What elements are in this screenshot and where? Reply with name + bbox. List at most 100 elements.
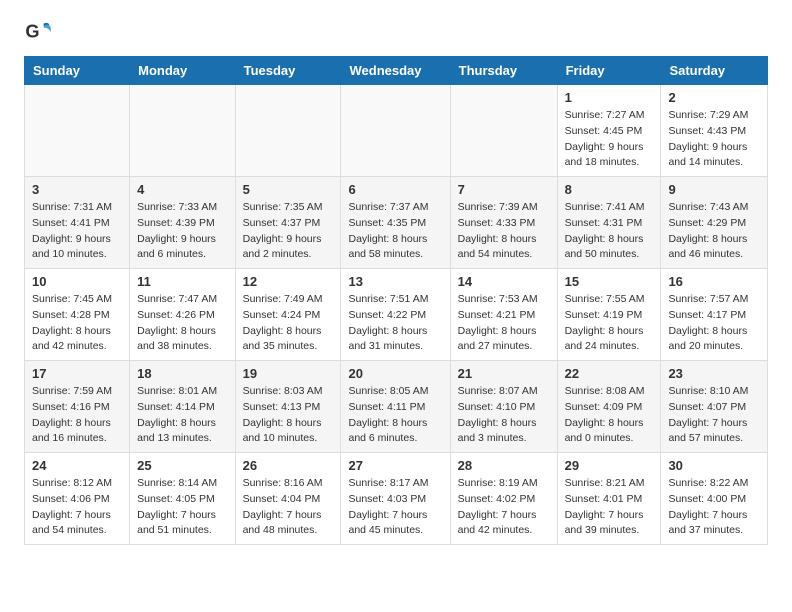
day-number: 12 <box>243 274 334 289</box>
day-info: Sunrise: 7:53 AM Sunset: 4:21 PM Dayligh… <box>458 292 550 355</box>
calendar-week-3: 10 Sunrise: 7:45 AM Sunset: 4:28 PM Dayli… <box>25 269 768 361</box>
page-header: G <box>0 0 792 56</box>
weekday-header-thursday: Thursday <box>450 57 557 85</box>
day-info: Sunrise: 7:55 AM Sunset: 4:19 PM Dayligh… <box>565 292 654 355</box>
day-number: 26 <box>243 458 334 473</box>
day-number: 16 <box>668 274 760 289</box>
day-number: 29 <box>565 458 654 473</box>
day-info: Sunrise: 7:37 AM Sunset: 4:35 PM Dayligh… <box>348 200 442 263</box>
day-info: Sunrise: 8:16 AM Sunset: 4:04 PM Dayligh… <box>243 476 334 539</box>
day-info: Sunrise: 8:05 AM Sunset: 4:11 PM Dayligh… <box>348 384 442 447</box>
calendar-day: 6 Sunrise: 7:37 AM Sunset: 4:35 PM Daylig… <box>341 177 450 269</box>
calendar-day: 22 Sunrise: 8:08 AM Sunset: 4:09 PM Dayli… <box>557 361 661 453</box>
calendar-day: 20 Sunrise: 8:05 AM Sunset: 4:11 PM Dayli… <box>341 361 450 453</box>
day-info: Sunrise: 8:22 AM Sunset: 4:00 PM Dayligh… <box>668 476 760 539</box>
day-info: Sunrise: 7:57 AM Sunset: 4:17 PM Dayligh… <box>668 292 760 355</box>
calendar-day <box>25 85 130 177</box>
calendar-day: 19 Sunrise: 8:03 AM Sunset: 4:13 PM Dayli… <box>235 361 341 453</box>
weekday-header-sunday: Sunday <box>25 57 130 85</box>
weekday-header-saturday: Saturday <box>661 57 768 85</box>
calendar-week-4: 17Sunrise: 7:59 AM Sunset: 4:16 PM Dayli… <box>25 361 768 453</box>
day-number: 8 <box>565 182 654 197</box>
weekday-header-tuesday: Tuesday <box>235 57 341 85</box>
day-info: Sunrise: 8:14 AM Sunset: 4:05 PM Dayligh… <box>137 476 227 539</box>
day-number: 4 <box>137 182 227 197</box>
day-number: 11 <box>137 274 227 289</box>
logo: G <box>24 18 56 46</box>
calendar-day: 4 Sunrise: 7:33 AM Sunset: 4:39 PM Daylig… <box>130 177 235 269</box>
day-number: 30 <box>668 458 760 473</box>
calendar-day: 7Sunrise: 7:39 AM Sunset: 4:33 PM Daylig… <box>450 177 557 269</box>
calendar-day: 8 Sunrise: 7:41 AM Sunset: 4:31 PM Daylig… <box>557 177 661 269</box>
weekday-header-row: SundayMondayTuesdayWednesdayThursdayFrid… <box>25 57 768 85</box>
calendar-day: 28Sunrise: 8:19 AM Sunset: 4:02 PM Dayli… <box>450 453 557 545</box>
day-number: 18 <box>137 366 227 381</box>
calendar-day: 21 Sunrise: 8:07 AM Sunset: 4:10 PM Dayli… <box>450 361 557 453</box>
day-number: 24 <box>32 458 122 473</box>
calendar-day: 9 Sunrise: 7:43 AM Sunset: 4:29 PM Daylig… <box>661 177 768 269</box>
day-number: 13 <box>348 274 442 289</box>
calendar-day: 10 Sunrise: 7:45 AM Sunset: 4:28 PM Dayli… <box>25 269 130 361</box>
logo-icon: G <box>24 18 52 46</box>
day-number: 7 <box>458 182 550 197</box>
calendar-day <box>130 85 235 177</box>
weekday-header-wednesday: Wednesday <box>341 57 450 85</box>
calendar-day <box>450 85 557 177</box>
day-number: 9 <box>668 182 760 197</box>
day-info: Sunrise: 8:10 AM Sunset: 4:07 PM Dayligh… <box>668 384 760 447</box>
day-info: Sunrise: 7:47 AM Sunset: 4:26 PM Dayligh… <box>137 292 227 355</box>
day-info: Sunrise: 8:12 AM Sunset: 4:06 PM Dayligh… <box>32 476 122 539</box>
day-info: Sunrise: 8:08 AM Sunset: 4:09 PM Dayligh… <box>565 384 654 447</box>
day-number: 5 <box>243 182 334 197</box>
weekday-header-monday: Monday <box>130 57 235 85</box>
calendar-day: 16 Sunrise: 7:57 AM Sunset: 4:17 PM Dayli… <box>661 269 768 361</box>
day-info: Sunrise: 7:45 AM Sunset: 4:28 PM Dayligh… <box>32 292 122 355</box>
day-number: 3 <box>32 182 122 197</box>
day-info: Sunrise: 8:19 AM Sunset: 4:02 PM Dayligh… <box>458 476 550 539</box>
calendar-table: SundayMondayTuesdayWednesdayThursdayFrid… <box>24 56 768 545</box>
day-number: 21 <box>458 366 550 381</box>
calendar-week-2: 3Sunrise: 7:31 AM Sunset: 4:41 PM Daylig… <box>25 177 768 269</box>
calendar-wrap: SundayMondayTuesdayWednesdayThursdayFrid… <box>0 56 792 557</box>
day-number: 20 <box>348 366 442 381</box>
day-info: Sunrise: 7:43 AM Sunset: 4:29 PM Dayligh… <box>668 200 760 263</box>
day-info: Sunrise: 7:27 AM Sunset: 4:45 PM Dayligh… <box>565 108 654 171</box>
day-number: 22 <box>565 366 654 381</box>
day-info: Sunrise: 8:17 AM Sunset: 4:03 PM Dayligh… <box>348 476 442 539</box>
day-number: 23 <box>668 366 760 381</box>
calendar-day: 27 Sunrise: 8:17 AM Sunset: 4:03 PM Dayli… <box>341 453 450 545</box>
calendar-body: 1 Sunrise: 7:27 AM Sunset: 4:45 PM Daylig… <box>25 85 768 545</box>
calendar-day: 2Sunrise: 7:29 AM Sunset: 4:43 PM Daylig… <box>661 85 768 177</box>
day-number: 27 <box>348 458 442 473</box>
day-info: Sunrise: 8:03 AM Sunset: 4:13 PM Dayligh… <box>243 384 334 447</box>
calendar-day <box>235 85 341 177</box>
calendar-day: 5 Sunrise: 7:35 AM Sunset: 4:37 PM Daylig… <box>235 177 341 269</box>
day-info: Sunrise: 7:41 AM Sunset: 4:31 PM Dayligh… <box>565 200 654 263</box>
day-info: Sunrise: 7:33 AM Sunset: 4:39 PM Dayligh… <box>137 200 227 263</box>
day-number: 6 <box>348 182 442 197</box>
day-info: Sunrise: 7:49 AM Sunset: 4:24 PM Dayligh… <box>243 292 334 355</box>
calendar-week-5: 24 Sunrise: 8:12 AM Sunset: 4:06 PM Dayli… <box>25 453 768 545</box>
weekday-header-friday: Friday <box>557 57 661 85</box>
calendar-day: 12 Sunrise: 7:49 AM Sunset: 4:24 PM Dayli… <box>235 269 341 361</box>
calendar-day: 26 Sunrise: 8:16 AM Sunset: 4:04 PM Dayli… <box>235 453 341 545</box>
day-number: 19 <box>243 366 334 381</box>
svg-text:G: G <box>25 22 39 42</box>
calendar-day: 14Sunrise: 7:53 AM Sunset: 4:21 PM Dayli… <box>450 269 557 361</box>
day-info: Sunrise: 8:21 AM Sunset: 4:01 PM Dayligh… <box>565 476 654 539</box>
day-number: 1 <box>565 90 654 105</box>
day-number: 15 <box>565 274 654 289</box>
calendar-header: SundayMondayTuesdayWednesdayThursdayFrid… <box>25 57 768 85</box>
calendar-day: 13 Sunrise: 7:51 AM Sunset: 4:22 PM Dayli… <box>341 269 450 361</box>
day-info: Sunrise: 8:07 AM Sunset: 4:10 PM Dayligh… <box>458 384 550 447</box>
day-number: 2 <box>668 90 760 105</box>
day-info: Sunrise: 7:35 AM Sunset: 4:37 PM Dayligh… <box>243 200 334 263</box>
calendar-day: 1 Sunrise: 7:27 AM Sunset: 4:45 PM Daylig… <box>557 85 661 177</box>
calendar-day: 29 Sunrise: 8:21 AM Sunset: 4:01 PM Dayli… <box>557 453 661 545</box>
calendar-day: 17Sunrise: 7:59 AM Sunset: 4:16 PM Dayli… <box>25 361 130 453</box>
calendar-day: 24 Sunrise: 8:12 AM Sunset: 4:06 PM Dayli… <box>25 453 130 545</box>
day-number: 10 <box>32 274 122 289</box>
day-number: 25 <box>137 458 227 473</box>
day-info: Sunrise: 7:51 AM Sunset: 4:22 PM Dayligh… <box>348 292 442 355</box>
calendar-week-1: 1 Sunrise: 7:27 AM Sunset: 4:45 PM Daylig… <box>25 85 768 177</box>
